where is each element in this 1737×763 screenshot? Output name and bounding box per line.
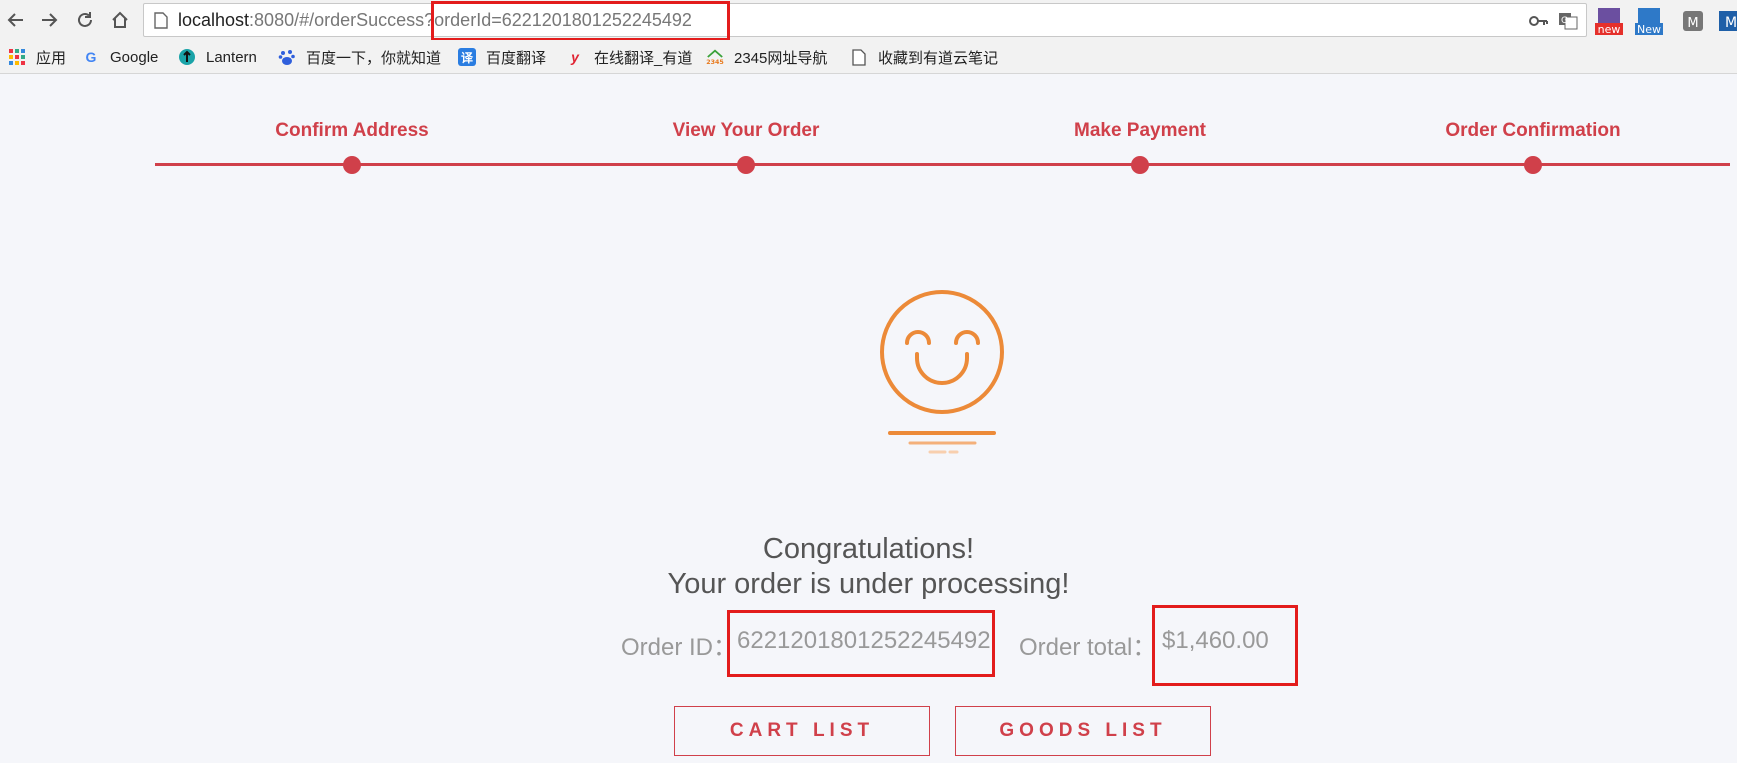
browser-toolbar: localhost:8080/#/orderSuccess?orderId=62… <box>0 0 1737 41</box>
step-dot-4 <box>1524 156 1542 174</box>
step-view-your-order: View Your Order <box>673 120 820 142</box>
url-host: localhost <box>178 10 250 30</box>
order-total-annotation <box>1152 605 1298 686</box>
url-query-annotation <box>431 1 730 41</box>
bookmark-label: Lantern <box>206 48 257 66</box>
order-id-label: Order ID： <box>621 634 738 661</box>
step-dot-1 <box>343 156 361 174</box>
bookmark-label: 在线翻译_有道 <box>594 49 693 67</box>
reload-icon <box>78 12 92 27</box>
congrats-heading: Congratulations! <box>762 533 975 565</box>
step-confirm-address: Confirm Address <box>275 120 428 142</box>
bookmark-baidu[interactable]: 百度一下，你就知道 <box>278 47 441 67</box>
lantern-icon <box>178 48 196 66</box>
home-button[interactable] <box>108 8 132 32</box>
address-bar[interactable]: localhost:8080/#/orderSuccess?orderId=62… <box>143 3 1587 37</box>
forward-button[interactable] <box>37 8 61 32</box>
extension-3-icon[interactable]: M <box>1678 6 1708 36</box>
step-label: Make Payment <box>1073 120 1207 141</box>
2345-icon: 2345 <box>706 48 724 66</box>
bookmark-google[interactable]: G Google <box>82 47 159 67</box>
progress-line <box>155 163 1730 166</box>
extension-new-2-icon[interactable]: New <box>1634 6 1664 36</box>
step-label: View Your Order <box>672 120 820 141</box>
svg-text:G: G <box>1561 16 1568 26</box>
bookmark-label: 应用 <box>36 49 67 67</box>
translate-icon[interactable]: G <box>1558 12 1578 30</box>
extension-badge-new: new <box>1598 23 1621 36</box>
cart-list-button[interactable]: CART LIST <box>674 706 930 756</box>
baidu-icon <box>278 48 296 66</box>
extension-badge-new-2: New <box>1637 23 1661 36</box>
apps-grid-icon <box>8 48 26 66</box>
bookmark-youdao-note[interactable]: 收藏到有道云笔记 <box>850 47 998 67</box>
smile-icon <box>880 290 1004 454</box>
bookmark-baidu-translate[interactable]: 译 百度翻译 <box>458 47 546 67</box>
goods-list-button[interactable]: GOODS LIST <box>955 706 1211 756</box>
extension-badge-3: M <box>1687 16 1698 31</box>
step-label: Order Confirmation <box>1445 120 1621 141</box>
bookmark-label: 百度一下，你就知道 <box>306 49 442 67</box>
back-button[interactable] <box>4 8 28 32</box>
youdao-icon: y <box>571 49 579 65</box>
order-id-annotation <box>727 610 995 677</box>
step-order-confirmation: Order Confirmation <box>1445 120 1620 142</box>
bookmark-label: 收藏到有道云笔记 <box>878 49 999 67</box>
processing-message: Your order is under processing! <box>667 568 1070 600</box>
order-total-label: Order total： <box>1019 634 1157 661</box>
arrow-right-icon <box>42 13 58 27</box>
bookmark-label: 2345网址导航 <box>734 49 828 67</box>
bookmark-label: 百度翻译 <box>486 49 547 67</box>
reload-button[interactable] <box>73 8 97 32</box>
step-label: Confirm Address <box>275 120 429 141</box>
home-icon <box>112 11 128 28</box>
page-info-icon <box>154 12 168 29</box>
google-icon: G <box>85 49 97 65</box>
extension-badge-4: M <box>1725 15 1737 31</box>
bookmark-2345[interactable]: 2345 2345网址导航 <box>706 47 827 67</box>
page-icon <box>850 48 868 66</box>
step-make-payment: Make Payment <box>1074 120 1206 142</box>
bookmarks-bar: 应用 G Google Lantern 百度一下，你就知道 译 百度翻译 y 在… <box>0 40 1737 74</box>
baidu-translate-icon: 译 <box>458 48 476 66</box>
bookmark-lantern[interactable]: Lantern <box>178 47 257 67</box>
bookmark-label: Google <box>110 48 159 66</box>
extension-4-icon[interactable]: M <box>1716 6 1737 36</box>
step-dot-2 <box>737 156 755 174</box>
svg-text:2345: 2345 <box>706 59 724 66</box>
url-path: :8080/#/orderSuccess <box>249 10 425 30</box>
svg-text:译: 译 <box>461 51 474 65</box>
bookmark-apps[interactable]: 应用 <box>8 47 66 67</box>
key-icon[interactable] <box>1528 12 1548 30</box>
bookmark-youdao[interactable]: y 在线翻译_有道 <box>566 47 692 67</box>
arrow-left-icon <box>7 13 23 27</box>
extension-new-1-icon[interactable]: new <box>1594 6 1624 36</box>
step-dot-3 <box>1131 156 1149 174</box>
